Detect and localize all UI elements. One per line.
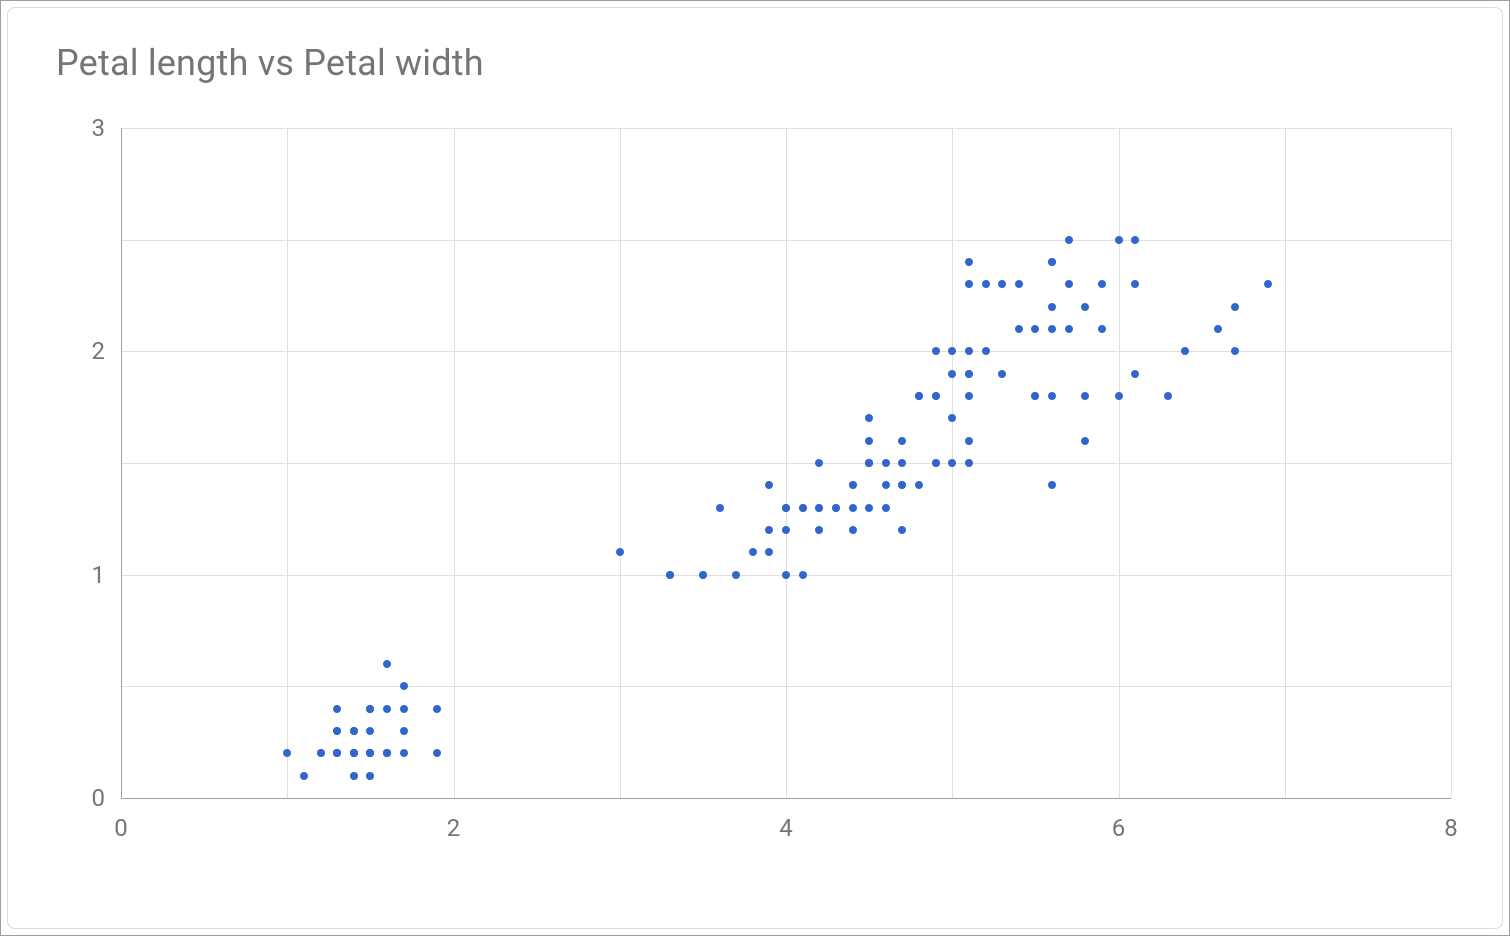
y-tick-label: 1: [92, 561, 106, 589]
axis-labels: 024680123: [121, 128, 1451, 798]
x-tick-label: 4: [779, 814, 793, 842]
y-tick-label: 2: [92, 337, 106, 365]
y-tick-label: 0: [92, 784, 106, 812]
x-tick-label: 2: [447, 814, 461, 842]
chart-title: Petal length vs Petal width: [56, 42, 484, 84]
x-axis-baseline: [121, 798, 1451, 799]
y-tick-label: 3: [92, 114, 106, 142]
gridline-vertical: [1451, 128, 1452, 798]
x-tick-label: 6: [1112, 814, 1126, 842]
window-frame: Petal length vs Petal width 024680123: [0, 0, 1510, 936]
x-tick-label: 8: [1444, 814, 1458, 842]
x-tick-label: 0: [114, 814, 128, 842]
chart-card: Petal length vs Petal width 024680123: [7, 7, 1503, 929]
